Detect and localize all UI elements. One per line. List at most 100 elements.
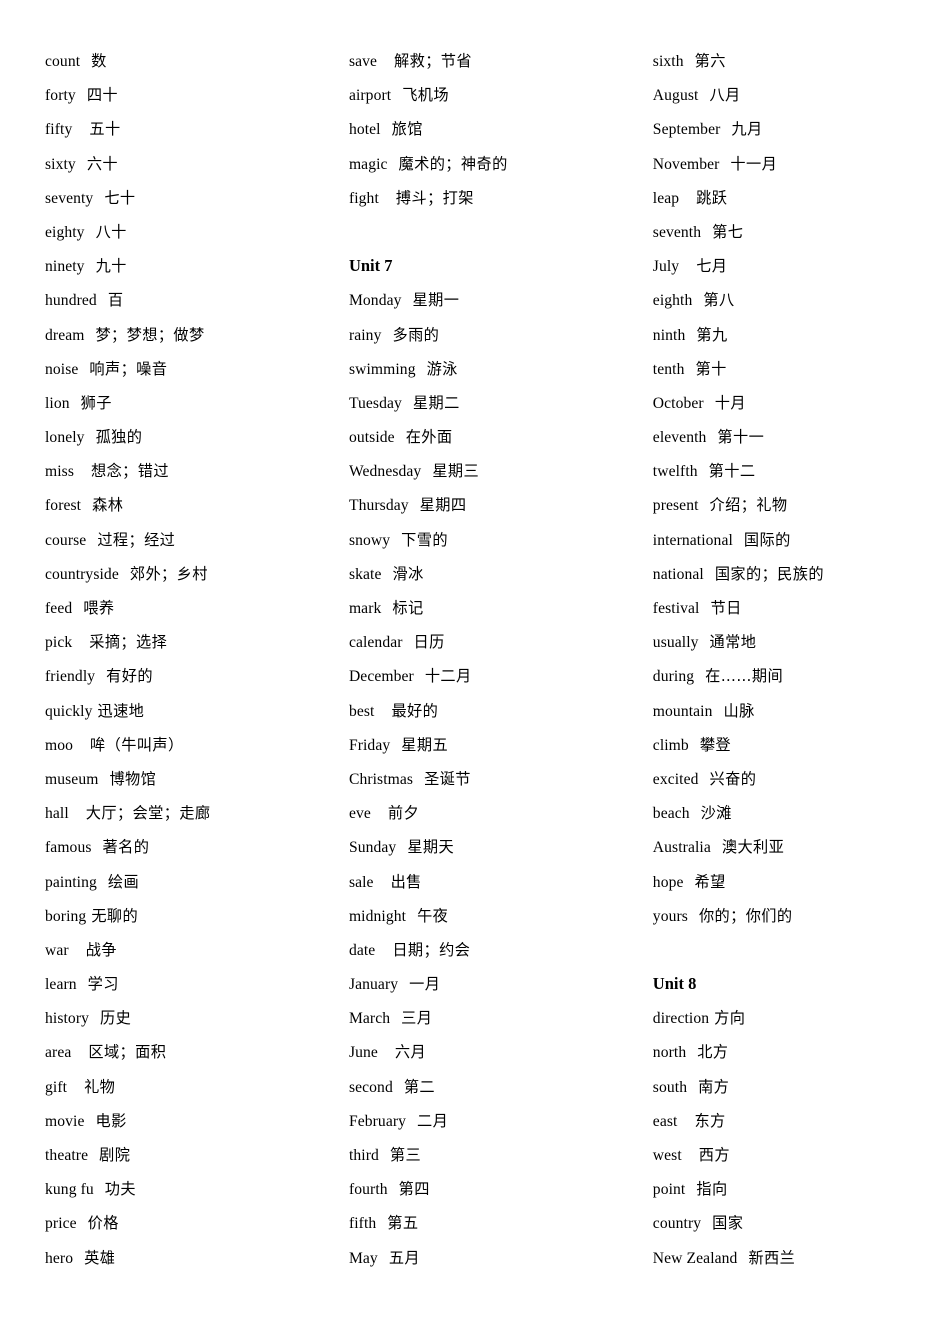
entry-english-word: seventy [45,189,94,207]
entry-english-word: swimming [348,360,416,378]
vocabulary-entry: ninety 九十 [45,249,328,283]
entry-english-word: climb [652,736,689,754]
vocabulary-entry: count 数 [45,44,328,78]
entry-chinese-gloss: 国家 [712,1214,744,1233]
vocabulary-entry: midnight 午夜 [349,899,634,933]
unit-heading: Unit 8 [652,974,697,994]
entry-chinese-gloss: 日期；约会 [392,940,471,959]
entry-english-word: rainy [348,326,382,344]
entry-english-word: ninety [45,258,85,276]
entry-english-word: price [45,1215,77,1233]
vocabulary-entry: eve 前夕 [349,796,634,830]
entry-chinese-gloss: 在……期间 [705,667,784,686]
vocabulary-entry: mark 标记 [349,591,634,625]
vocabulary-entry: war 战争 [45,933,328,967]
entry-chinese-gloss: 星期三 [432,462,480,481]
entry-english-word: leap [652,189,680,207]
entry-chinese-gloss: 十二月 [424,667,472,686]
vocabulary-entry: present 介绍；礼物 [653,488,930,522]
entry-chinese-gloss: 指向 [696,1180,728,1199]
entry-chinese-gloss: 南方 [698,1077,730,1096]
entry-chinese-gloss: 郊外；乡村 [129,564,208,583]
vocabulary-entry: learn 学习 [45,967,328,1001]
entry-english-word: second [348,1078,393,1096]
entry-english-word: noise [45,360,79,378]
entry-english-word: war [45,941,69,959]
entry-english-word: fifth [348,1215,377,1233]
entry-english-word: sale [348,873,374,891]
entry-chinese-gloss: 礼物 [84,1077,116,1096]
vocabulary-entry: Thursday 星期四 [349,488,634,522]
entry-chinese-gloss: 方向 [714,1009,746,1028]
vocabulary-entry: sixty 六十 [45,147,328,181]
vocabulary-entry: course 过程；经过 [45,523,328,557]
entry-chinese-gloss: 通常地 [709,633,757,652]
entry-english-word: learn [45,976,77,994]
entry-chinese-gloss: 第六 [694,52,726,70]
entry-english-word: fight [348,189,379,207]
entry-chinese-gloss: 多雨的 [392,325,440,344]
vocabulary-entry: forest 森林 [45,488,328,522]
vocabulary-entry: November 十一月 [653,147,930,181]
vocabulary-entry: east 东方 [653,1104,930,1138]
entry-chinese-gloss: 第九 [696,325,728,344]
entry-english-word: sixth [652,53,684,70]
vocabulary-entry: July 七月 [653,249,930,283]
entry-chinese-gloss: 飞机场 [402,86,449,105]
entry-english-word: December [348,668,414,686]
entry-chinese-gloss: 国家的；民族的 [714,564,824,583]
entry-chinese-gloss: 有好的 [106,667,153,686]
entry-chinese-gloss: 兴奋的 [709,769,757,788]
entry-english-word: quickly [45,702,93,720]
entry-english-word: painting [45,873,97,891]
entry-chinese-gloss: 喂养 [83,599,115,617]
entry-english-word: hope [652,873,684,891]
vocabulary-entry: fifth 第五 [349,1206,634,1240]
entry-english-word: June [348,1044,378,1062]
entry-chinese-gloss: 希望 [694,872,726,891]
entry-english-word: September [652,121,721,139]
entry-english-word: hotel [348,121,381,139]
entry-english-word: pick [45,634,73,652]
entry-chinese-gloss: 魔术的；神奇的 [398,154,508,173]
entry-english-word: May [348,1249,378,1267]
vocabulary-entry: lion 狮子 [45,386,328,420]
entry-chinese-gloss: 博物馆 [109,769,157,788]
entry-chinese-gloss: 六十 [86,154,119,173]
entry-chinese-gloss: 星期二 [412,393,460,412]
entry-english-word: history [45,1010,90,1028]
vocabulary-entry: forty 四十 [45,78,328,112]
entry-chinese-gloss: 著名的 [102,838,150,857]
entry-english-word: Tuesday [348,394,402,412]
entry-english-word: usually [652,634,699,652]
vocabulary-entry: beach 沙滩 [653,796,930,830]
entry-chinese-gloss: 节日 [710,599,742,617]
entry-chinese-gloss: 五十 [89,120,121,139]
entry-english-word: August [652,87,699,105]
vocabulary-entry: snowy 下雪的 [349,523,634,557]
entry-chinese-gloss: 解救；节省 [394,52,472,70]
entry-chinese-gloss: 哞（牛叫声） [90,735,184,754]
vocabulary-entry: swimming 游泳 [349,352,634,386]
vocabulary-entry: sixth 第六 [653,44,930,78]
entry-chinese-gloss: 第三 [389,1146,422,1164]
vocabulary-entry: famous 著名的 [45,830,328,864]
entry-chinese-gloss: 英雄 [84,1248,116,1267]
entry-english-word: March [348,1010,391,1028]
vocabulary-entry: Sunday 星期天 [349,830,634,864]
vocabulary-entry: hero 英雄 [45,1241,328,1275]
vocabulary-entry: seventy 七十 [45,181,328,215]
entry-english-word: count [45,53,81,70]
entry-chinese-gloss: 绘画 [107,872,140,891]
entry-english-word: yours [652,907,688,925]
entry-chinese-gloss: 九十 [95,257,127,276]
entry-english-word: forest [45,497,82,515]
entry-english-word: eighth [652,292,693,310]
entry-chinese-gloss: 三月 [401,1009,433,1028]
entry-english-word: boring [45,907,87,925]
entry-english-word: ninth [652,326,686,344]
entry-english-word: international [652,531,733,549]
entry-chinese-gloss: 九月 [731,120,763,139]
vocabulary-entry: date 日期；约会 [349,933,634,967]
